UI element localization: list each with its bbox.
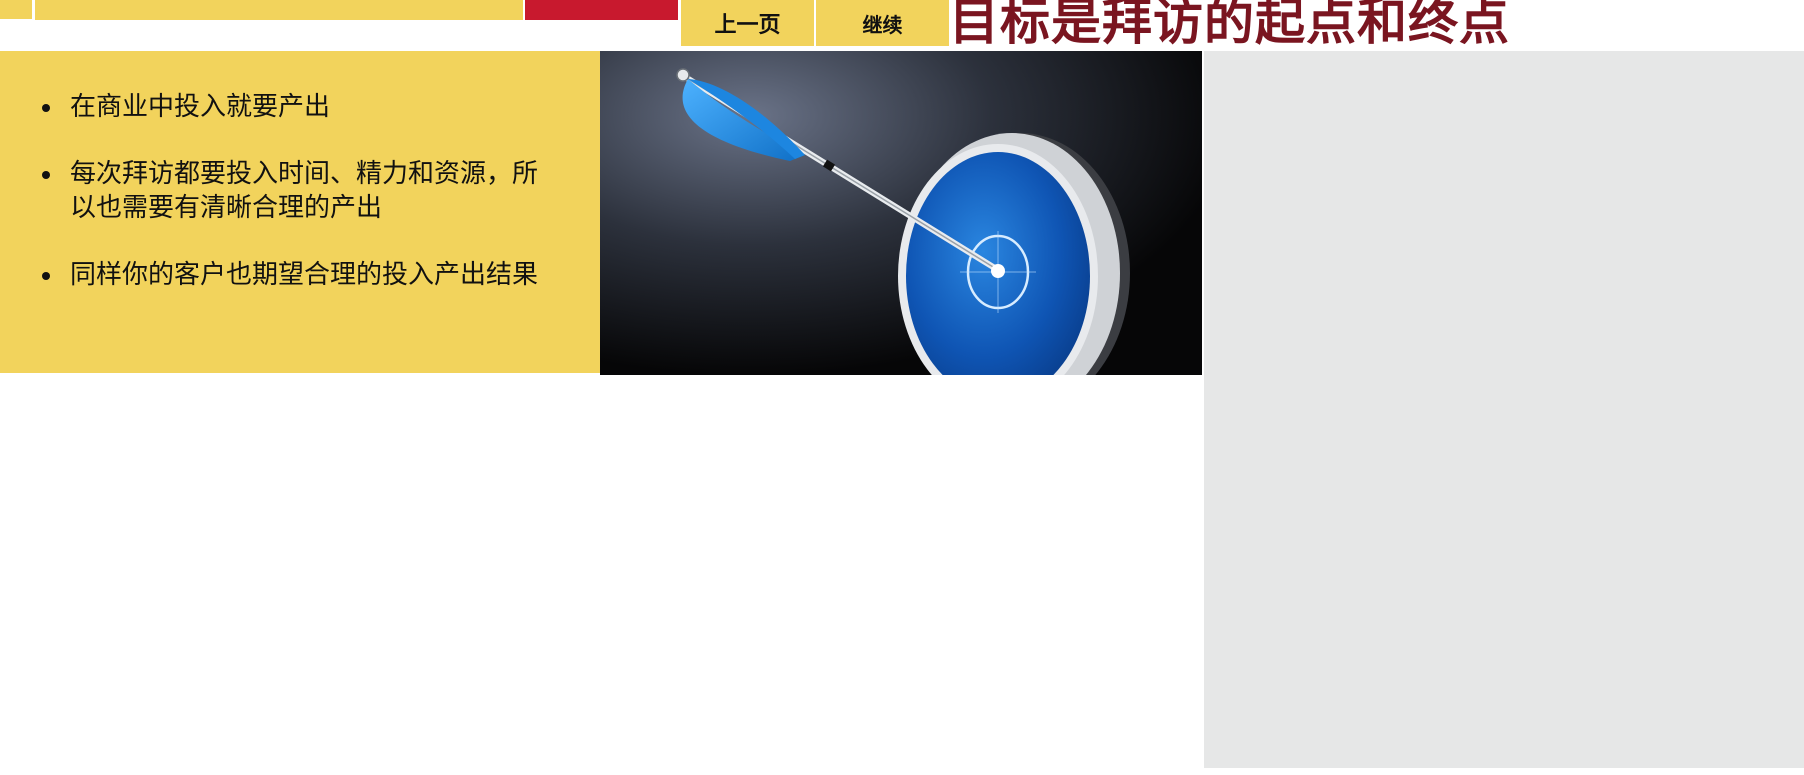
content-panel: 在商业中投入就要产出 每次拜访都要投入时间、精力和资源，所以也需要有清晰合理的产… <box>0 51 600 373</box>
bullet-text: 在商业中投入就要产出 <box>70 92 331 122</box>
arrow-in-target-icon <box>600 51 1202 375</box>
top-bar-red <box>525 0 678 20</box>
bullet-text: 同样你的客户也期望合理的投入产出结果 <box>70 260 539 290</box>
bullet-icon <box>42 272 50 280</box>
bullet-text: 每次拜访都要投入时间、精力和资源，所以也需要有清晰合理的产出 <box>70 159 539 223</box>
top-bar-segment <box>0 0 32 19</box>
previous-page-button[interactable]: 上一页 <box>681 0 814 46</box>
side-panel <box>1204 51 1804 768</box>
bullet-icon <box>42 104 50 112</box>
list-item: 每次拜访都要投入时间、精力和资源，所以也需要有清晰合理的产出 <box>40 157 560 225</box>
top-bar-yellow <box>35 0 523 20</box>
continue-button[interactable]: 继续 <box>816 0 949 46</box>
page-title: 目标是拜访的起点和终点 <box>949 0 1510 51</box>
bullet-list: 在商业中投入就要产出 每次拜访都要投入时间、精力和资源，所以也需要有清晰合理的产… <box>40 90 560 325</box>
list-item: 在商业中投入就要产出 <box>40 90 560 124</box>
bullet-icon <box>42 171 50 179</box>
list-item: 同样你的客户也期望合理的投入产出结果 <box>40 258 560 292</box>
